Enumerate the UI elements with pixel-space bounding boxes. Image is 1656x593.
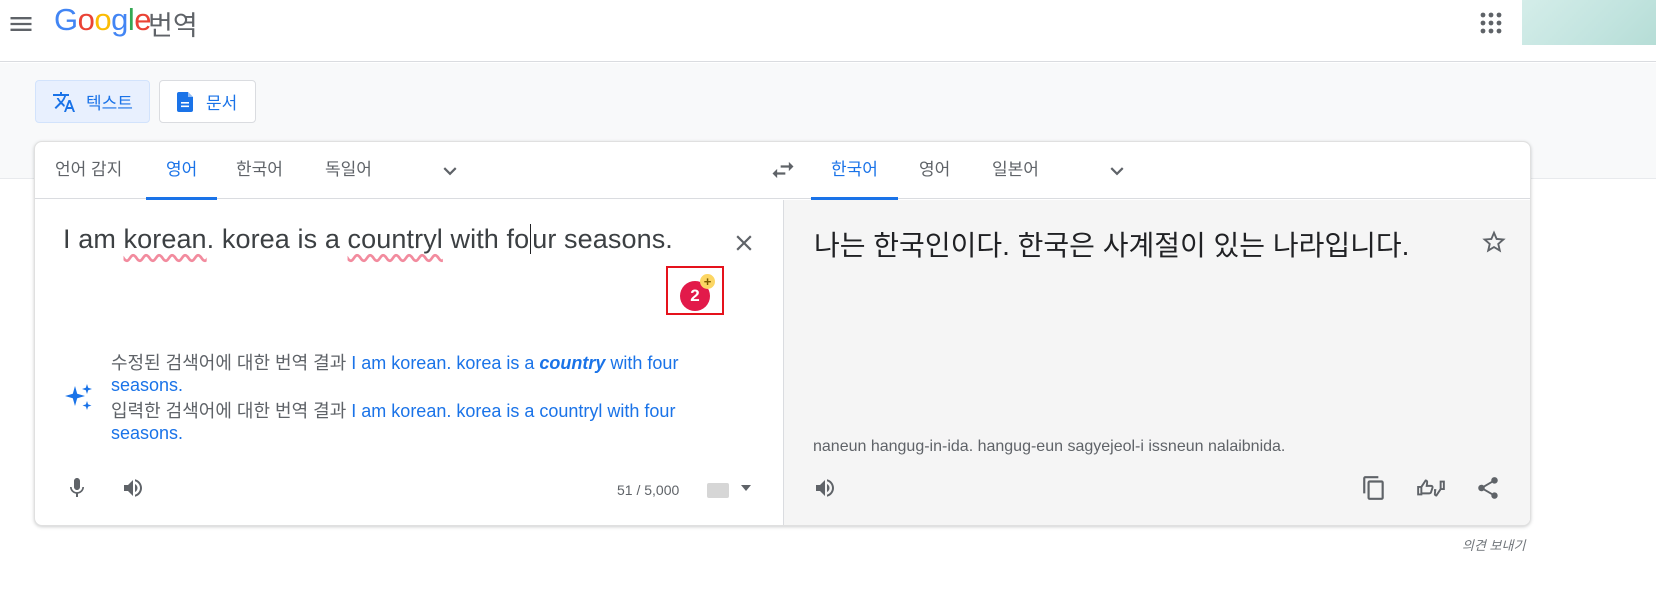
- logo-letter: o: [77, 2, 95, 37]
- product-name[interactable]: 번역: [148, 4, 198, 43]
- translation-card: 언어 감지 영어 한국어 독일어 한국어 영어 일본어 I am korean.…: [34, 141, 1531, 526]
- chevron-down-icon: [443, 167, 457, 176]
- rate-translation-button[interactable]: [1413, 470, 1449, 506]
- badge-plus-icon: +: [700, 274, 715, 289]
- swap-arrows-icon: [772, 161, 794, 179]
- link-text: I am korean. korea is a: [351, 353, 540, 373]
- source-text-segment: I am: [63, 224, 124, 254]
- tab-target-english[interactable]: 영어: [899, 142, 970, 199]
- speaker-icon: [124, 479, 142, 497]
- sparkle-icon: [63, 382, 95, 414]
- tab-source-korean[interactable]: 한국어: [216, 142, 303, 199]
- clear-source-button[interactable]: [731, 230, 757, 256]
- input-tools-dropdown-icon[interactable]: [741, 485, 751, 491]
- logo-letter: g: [111, 2, 128, 37]
- tab-target-japanese[interactable]: 일본어: [972, 142, 1059, 199]
- voice-input-button[interactable]: [59, 470, 95, 506]
- share-icon: [1478, 477, 1498, 499]
- copy-translation-button[interactable]: [1356, 470, 1392, 506]
- character-count: 51 / 5,000: [617, 482, 680, 498]
- target-language-more-button[interactable]: [1104, 158, 1130, 184]
- tab-source-english[interactable]: 영어: [146, 142, 218, 200]
- tab-source-german[interactable]: 독일어: [305, 142, 392, 199]
- source-listen-button[interactable]: [115, 470, 151, 506]
- document-mode-button[interactable]: 문서: [159, 80, 256, 123]
- tab-target-korean[interactable]: 한국어: [811, 142, 898, 200]
- source-text-input[interactable]: I am korean. korea is a countryl with fo…: [63, 224, 673, 255]
- apps-grid-button[interactable]: [1478, 10, 1504, 36]
- logo-letter: G: [54, 2, 78, 37]
- suggestion-prefix: 수정된 검색어에 대한 번역 결과: [111, 353, 352, 373]
- corrected-word: country: [539, 353, 606, 373]
- google-logo[interactable]: Google: [54, 2, 152, 38]
- target-listen-button[interactable]: [807, 470, 843, 506]
- text-mode-button[interactable]: 텍스트: [35, 80, 150, 123]
- thumbs-up-down-icon: [1417, 479, 1445, 497]
- logo-letter: o: [94, 2, 112, 37]
- translation-output-pane: 나는 한국인이다. 한국은 사계절이 있는 나라입니다. naneun hang…: [783, 200, 1530, 525]
- highlighted-region: 2 +: [666, 266, 724, 315]
- document-icon: [177, 91, 193, 112]
- account-avatar[interactable]: [1522, 0, 1656, 45]
- source-text-segment: with fo: [442, 224, 530, 254]
- close-icon: [736, 235, 752, 251]
- translate-icon: [53, 91, 75, 112]
- tab-detect-language[interactable]: 언어 감지: [35, 142, 142, 199]
- chevron-down-icon: [1110, 167, 1124, 176]
- text-mode-label: 텍스트: [86, 94, 133, 113]
- star-icon: [1482, 230, 1506, 253]
- microphone-icon: [70, 478, 84, 497]
- source-text-segment: . korea is a: [206, 224, 348, 254]
- source-language-more-button[interactable]: [437, 158, 463, 184]
- document-mode-label: 문서: [206, 94, 238, 113]
- main-menu-button[interactable]: [6, 10, 36, 38]
- apps-grid-icon: [1480, 12, 1502, 34]
- share-translation-button[interactable]: [1470, 470, 1506, 506]
- romanization-text: naneun hangug-in-ida. hangug-eun sagyeje…: [813, 438, 1286, 455]
- hamburger-icon: [10, 17, 32, 31]
- send-feedback-link[interactable]: 의견 보내기: [1462, 535, 1525, 554]
- misspelled-word: korean: [123, 224, 207, 254]
- top-app-bar: Google 번역: [0, 0, 1656, 62]
- keyboard-icon[interactable]: [707, 483, 729, 498]
- original-query-suggestion: 입력한 검색어에 대한 번역 결과 I am korean. korea is …: [111, 400, 751, 444]
- speaker-icon: [816, 479, 834, 497]
- corrected-query-suggestion: 수정된 검색어에 대한 번역 결과 I am korean. korea is …: [111, 352, 751, 396]
- swap-languages-button[interactable]: [769, 156, 797, 184]
- misspelled-word: countryl: [347, 224, 443, 254]
- suggestion-prefix: 입력한 검색어에 대한 번역 결과: [111, 401, 352, 421]
- save-translation-button[interactable]: [1480, 228, 1508, 256]
- language-bar: 언어 감지 영어 한국어 독일어 한국어 영어 일본어: [35, 142, 1530, 200]
- source-text-segment: ur seasons.: [532, 224, 673, 254]
- translated-text: 나는 한국인이다. 한국은 사계절이 있는 나라입니다.: [814, 230, 1410, 261]
- copy-icon: [1363, 476, 1384, 500]
